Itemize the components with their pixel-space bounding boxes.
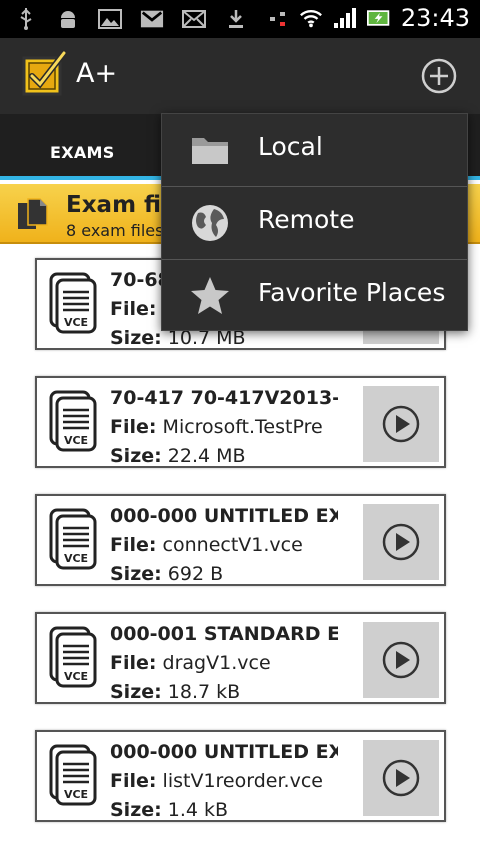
play-button[interactable] bbox=[363, 622, 439, 698]
app-title: A+ bbox=[76, 58, 118, 89]
clock: 23:43 bbox=[400, 4, 470, 32]
download-icon bbox=[224, 8, 248, 30]
file-label: File: bbox=[110, 534, 157, 556]
exam-card[interactable]: VCE 70-417 70-417V2013-( File: Microsoft… bbox=[35, 376, 446, 468]
add-source-menu: Local Remote Favorite Places bbox=[161, 113, 468, 331]
file-size: 22.4 MB bbox=[167, 445, 246, 467]
menu-item-local[interactable]: Local bbox=[162, 114, 467, 186]
menu-item-favorite-places[interactable]: Favorite Places bbox=[162, 260, 467, 332]
exam-list: VCE 70-68 File: Size: 10.7 MB VCE 70-417… bbox=[0, 244, 480, 854]
folder-icon bbox=[188, 128, 232, 172]
picture-icon bbox=[98, 8, 122, 30]
gmail-icon bbox=[140, 8, 164, 30]
file-name: listV1reorder.vce bbox=[162, 770, 323, 792]
file-name: dragV1.vce bbox=[162, 652, 271, 674]
cell-signal-icon bbox=[333, 7, 357, 29]
play-icon bbox=[382, 523, 420, 561]
svg-text:VCE: VCE bbox=[64, 316, 88, 329]
svg-text:VCE: VCE bbox=[64, 434, 88, 447]
action-bar: A+ bbox=[0, 38, 480, 114]
exam-card[interactable]: VCE 000-000 UNTITLED EXA File: connectV1… bbox=[35, 494, 446, 586]
file-label: File: bbox=[110, 416, 157, 438]
exam-title: 70-417 70-417V2013-( bbox=[110, 387, 338, 409]
battery-charging-icon bbox=[366, 7, 391, 29]
play-button[interactable] bbox=[363, 740, 439, 816]
vce-file-icon: VCE bbox=[47, 390, 99, 454]
checkbox-logo-icon[interactable] bbox=[22, 50, 68, 98]
wifi-icon bbox=[299, 7, 323, 29]
size-label: Size: bbox=[110, 445, 162, 467]
exam-card[interactable]: VCE 000-000 UNTITLED EXA File: listV1reo… bbox=[35, 730, 446, 822]
tab-exams[interactable]: EXAMS bbox=[50, 143, 115, 162]
play-button[interactable] bbox=[363, 504, 439, 580]
svg-text:VCE: VCE bbox=[64, 788, 88, 801]
file-size: 18.7 kB bbox=[167, 681, 241, 703]
file-label: File: bbox=[110, 770, 157, 792]
size-label: Size: bbox=[110, 563, 162, 585]
usb-icon bbox=[14, 8, 38, 30]
vce-file-icon: VCE bbox=[47, 626, 99, 690]
menu-item-label: Local bbox=[258, 132, 323, 161]
header-subtitle: 8 exam files bbox=[66, 221, 164, 240]
android-debug-icon bbox=[56, 8, 80, 30]
size-label: Size: bbox=[110, 799, 162, 821]
documents-icon bbox=[16, 197, 50, 233]
notification-icons bbox=[14, 8, 290, 30]
menu-item-label: Remote bbox=[258, 205, 355, 234]
exam-card[interactable]: VCE 000-001 STANDARD EX File: dragV1.vce… bbox=[35, 612, 446, 704]
file-label: File: bbox=[110, 298, 157, 320]
vce-file-icon: VCE bbox=[47, 744, 99, 808]
file-name: Microsoft.TestPre bbox=[162, 416, 323, 438]
exam-title: 000-000 UNTITLED EXA bbox=[110, 505, 338, 527]
play-icon bbox=[382, 641, 420, 679]
play-button[interactable] bbox=[363, 386, 439, 462]
vce-file-icon: VCE bbox=[47, 272, 99, 336]
play-icon bbox=[382, 405, 420, 443]
globe-icon bbox=[188, 201, 232, 245]
exam-title: 000-000 UNTITLED EXA bbox=[110, 741, 338, 763]
signal-debug-icon bbox=[266, 8, 290, 30]
exam-title: 000-001 STANDARD EX bbox=[110, 623, 338, 645]
size-label: Size: bbox=[110, 327, 162, 349]
menu-item-label: Favorite Places bbox=[258, 278, 446, 307]
file-size: 692 B bbox=[167, 563, 224, 585]
file-name: connectV1.vce bbox=[162, 534, 303, 556]
svg-text:VCE: VCE bbox=[64, 670, 88, 683]
star-icon bbox=[188, 274, 232, 318]
add-circle-icon[interactable] bbox=[420, 57, 458, 95]
file-label: File: bbox=[110, 652, 157, 674]
status-bar: 23:43 bbox=[0, 0, 480, 38]
email-icon bbox=[182, 8, 206, 30]
file-size: 1.4 kB bbox=[167, 799, 229, 821]
size-label: Size: bbox=[110, 681, 162, 703]
svg-text:VCE: VCE bbox=[64, 552, 88, 565]
menu-item-remote[interactable]: Remote bbox=[162, 187, 467, 259]
vce-file-icon: VCE bbox=[47, 508, 99, 572]
play-icon bbox=[382, 759, 420, 797]
